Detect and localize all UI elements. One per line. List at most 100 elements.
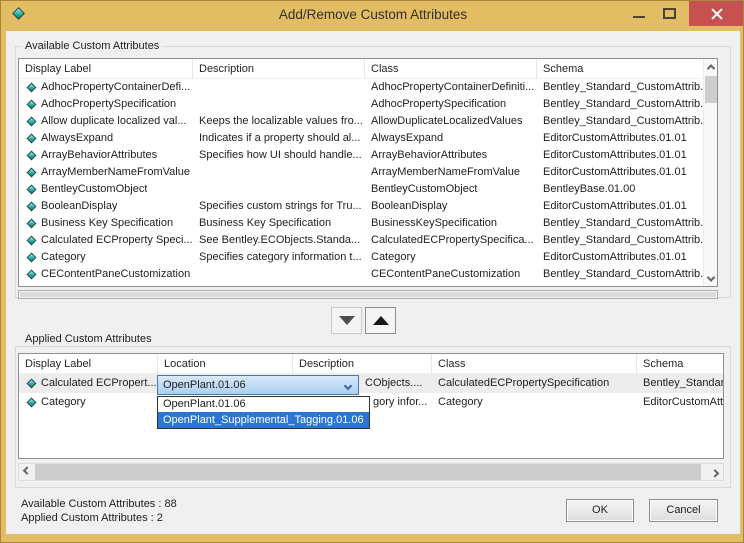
display-label-cell: ArrayMemberNameFromValue	[41, 164, 190, 181]
header-location[interactable]: Location	[158, 354, 293, 374]
applied-count-text: Applied Custom Attributes : 2	[21, 512, 163, 524]
table-row[interactable]: Business Key Specification Business Key …	[19, 215, 717, 232]
schema-cell: EditorCustomAttributes.01.01	[537, 164, 703, 181]
header-class[interactable]: Class	[365, 59, 537, 79]
table-row[interactable]: Category gory infor... Category EditorCu…	[19, 393, 723, 412]
table-row[interactable]: Allow duplicate localized val... Keeps t…	[19, 113, 717, 130]
chevron-down-icon	[344, 382, 352, 390]
table-row[interactable]: Category Specifies category information …	[19, 249, 717, 266]
table-row[interactable]: BooleanDisplay Specifies custom strings …	[19, 198, 717, 215]
header-schema[interactable]: Schema	[537, 59, 703, 79]
attribute-diamond-icon	[27, 253, 37, 263]
class-cell: BusinessKeySpecification	[365, 215, 537, 232]
titlebar: Add/Remove Custom Attributes	[1, 1, 744, 31]
header-class[interactable]: Class	[432, 354, 637, 374]
dropdown-option-highlighted[interactable]: OpenPlant_Supplemental_Tagging.01.06	[158, 412, 369, 428]
up-arrow-icon	[373, 316, 389, 325]
applied-horizontal-scrollbar[interactable]	[18, 463, 724, 481]
maximize-button[interactable]	[656, 1, 684, 26]
schema-cell: EditorCustomAttributes.01.01	[537, 147, 703, 164]
table-row[interactable]: BentleyCustomObject BentleyCustomObject …	[19, 181, 717, 198]
description-cell: Business Key Specification	[193, 215, 365, 232]
available-count-text: Available Custom Attributes : 88	[21, 498, 177, 510]
scroll-left-button[interactable]	[19, 464, 35, 480]
schema-cell: EditorCustomAttrib	[637, 393, 723, 412]
description-cell	[193, 79, 365, 96]
location-combobox-value: OpenPlant.01.06	[158, 376, 345, 395]
dialog-window: Add/Remove Custom Attributes Available C…	[0, 0, 744, 543]
scroll-up-button[interactable]	[704, 59, 718, 74]
schema-cell: BentleyBase.01.00	[537, 181, 703, 198]
dropdown-option[interactable]: OpenPlant.01.06	[158, 397, 369, 412]
description-cell	[193, 164, 365, 181]
display-label-cell: Calculated ECProperty Speci...	[41, 232, 193, 249]
chevron-up-icon	[707, 64, 715, 72]
minimize-button[interactable]	[625, 1, 653, 26]
class-cell: CalculatedECPropertySpecification	[432, 374, 637, 393]
header-schema[interactable]: Schema	[637, 354, 723, 374]
class-cell: ArrayBehaviorAttributes	[365, 147, 537, 164]
display-label-cell: ArrayBehaviorAttributes	[41, 147, 157, 164]
close-button[interactable]	[689, 1, 744, 26]
chevron-left-icon	[23, 466, 31, 474]
class-cell: Category	[365, 249, 537, 266]
class-cell: BooleanDisplay	[365, 198, 537, 215]
description-cell	[193, 96, 365, 113]
minimize-icon	[633, 16, 645, 18]
schema-cell: EditorCustomAttributes.01.01	[537, 249, 703, 266]
description-cell: Specifies how UI should handle...	[193, 147, 365, 164]
description-cell: Specifies category information t...	[193, 249, 365, 266]
table-row[interactable]: ArrayBehaviorAttributes Specifies how UI…	[19, 147, 717, 164]
scrollbar-thumb[interactable]	[705, 76, 717, 103]
available-horizontal-scrollbar[interactable]	[18, 290, 718, 299]
attribute-diamond-icon	[27, 219, 37, 229]
class-cell: ArrayMemberNameFromValue	[365, 164, 537, 181]
schema-cell: Bentley_Standard	[637, 374, 723, 393]
scroll-down-button[interactable]	[704, 271, 718, 286]
description-cell	[193, 266, 365, 283]
attribute-diamond-icon	[27, 100, 37, 110]
header-display-label[interactable]: Display Label	[19, 59, 193, 79]
chevron-right-icon	[711, 469, 719, 477]
display-label-cell: Calculated ECPropert...	[41, 374, 157, 393]
table-row[interactable]: ArrayMemberNameFromValue ArrayMemberName…	[19, 164, 717, 181]
move-up-button[interactable]	[365, 307, 396, 334]
attribute-diamond-icon	[27, 202, 37, 212]
applied-group-label: Applied Custom Attributes	[21, 333, 156, 346]
header-description[interactable]: Description	[293, 354, 432, 374]
table-row[interactable]: CEContentPaneCustomization CEContentPane…	[19, 266, 717, 283]
display-label-cell: Category	[41, 393, 86, 412]
class-cell: CEContentPaneCustomization	[365, 266, 537, 283]
table-row[interactable]: Calculated ECPropert... CObjects.... Cal…	[19, 374, 723, 393]
table-row[interactable]: Calculated ECProperty Speci... See Bentl…	[19, 232, 717, 249]
header-description[interactable]: Description	[193, 59, 365, 79]
schema-cell: Bentley_Standard_CustomAttrib...	[537, 215, 703, 232]
scroll-right-button[interactable]	[707, 464, 723, 480]
move-down-button[interactable]	[331, 307, 362, 334]
location-dropdown-list: OpenPlant.01.06 OpenPlant_Supplemental_T…	[157, 396, 370, 429]
table-row[interactable]: AdhocPropertyContainerDefi... AdhocPrope…	[19, 79, 717, 96]
description-cell: Keeps the localizable values fro...	[193, 113, 365, 130]
scrollbar-thumb[interactable]	[35, 464, 701, 480]
description-cell	[193, 181, 365, 198]
vertical-scrollbar[interactable]	[703, 59, 717, 286]
description-cell: Indicates if a property should al...	[193, 130, 365, 147]
down-arrow-icon	[339, 316, 355, 325]
attribute-diamond-icon	[27, 83, 37, 93]
attribute-diamond-icon	[27, 236, 37, 246]
header-display-label[interactable]: Display Label	[19, 354, 158, 374]
class-cell: AdhocPropertySpecification	[365, 96, 537, 113]
display-label-cell: BentleyCustomObject	[41, 181, 147, 198]
schema-cell: Bentley_Standard_CustomAttrib...	[537, 79, 703, 96]
attribute-diamond-icon	[27, 270, 37, 280]
scrollbar-thumb[interactable]	[20, 292, 716, 297]
ok-button[interactable]: OK	[566, 499, 634, 522]
table-row[interactable]: AdhocPropertySpecification AdhocProperty…	[19, 96, 717, 113]
description-cell: Specifies custom strings for Tru...	[193, 198, 365, 215]
table-row[interactable]: AlwaysExpand Indicates if a property sho…	[19, 130, 717, 147]
schema-cell: Bentley_Standard_CustomAttrib...	[537, 96, 703, 113]
available-table-header: Display Label Description Class Schema	[19, 59, 717, 79]
cancel-button[interactable]: Cancel	[649, 499, 718, 522]
class-cell: AdhocPropertyContainerDefiniti...	[365, 79, 537, 96]
location-combobox[interactable]: OpenPlant.01.06	[157, 375, 359, 395]
